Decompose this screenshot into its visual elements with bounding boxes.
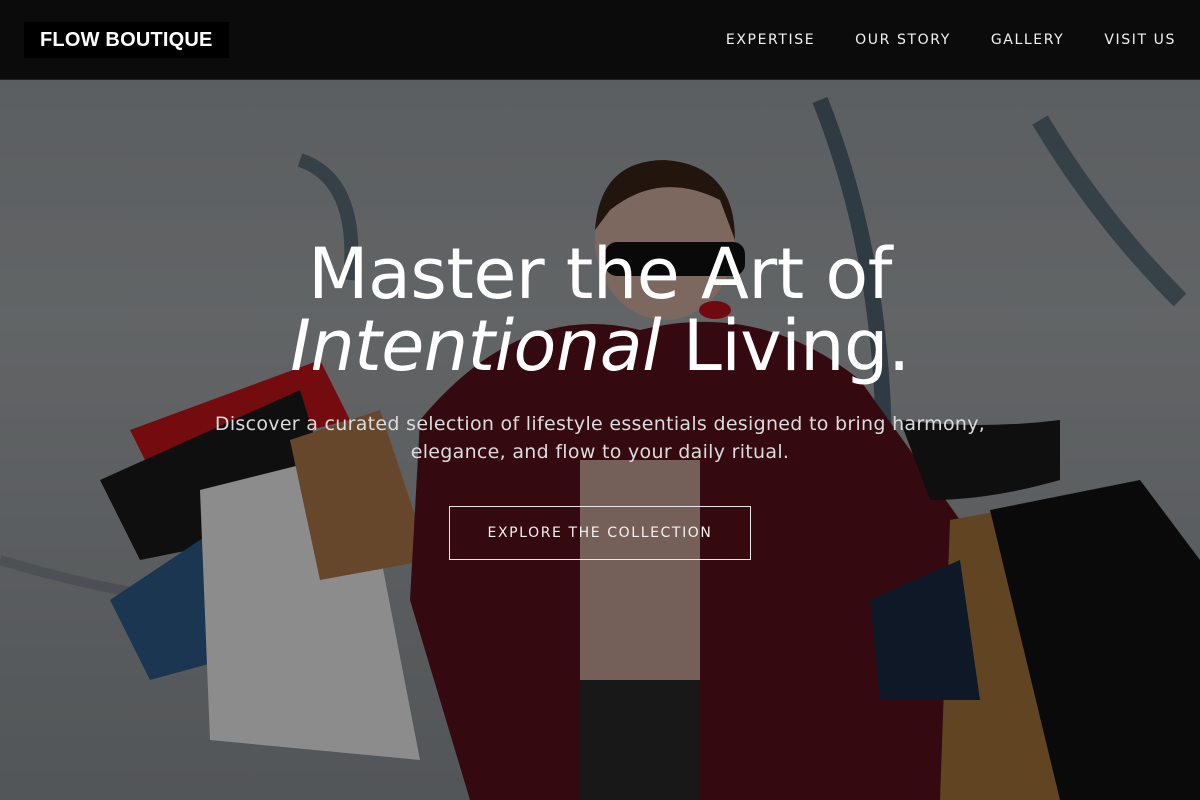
nav-link-visit-us[interactable]: VISIT US	[1104, 32, 1176, 48]
top-navbar: FLOW BOUTIQUE EXPERTISE OUR STORY GALLER…	[0, 0, 1200, 80]
hero-subtitle: Discover a curated selection of lifestyl…	[214, 413, 986, 463]
explore-collection-button[interactable]: EXPLORE THE COLLECTION	[449, 506, 751, 560]
nav-link-our-story[interactable]: OUR STORY	[855, 32, 951, 48]
hero-headline: Master the Art of Intentional Living.	[290, 238, 910, 382]
nav-link-expertise[interactable]: EXPERTISE	[726, 32, 815, 48]
hero-headline-italic: Intentional	[290, 305, 662, 387]
nav-links: EXPERTISE OUR STORY GALLERY VISIT US	[726, 32, 1176, 48]
brand-logo[interactable]: FLOW BOUTIQUE	[24, 21, 229, 58]
hero-headline-line1: Master the Art of	[308, 233, 892, 315]
hero-content: Master the Art of Intentional Living. Di…	[0, 238, 1200, 560]
hero-headline-tail: Living.	[661, 305, 910, 387]
nav-link-gallery[interactable]: GALLERY	[991, 32, 1064, 48]
